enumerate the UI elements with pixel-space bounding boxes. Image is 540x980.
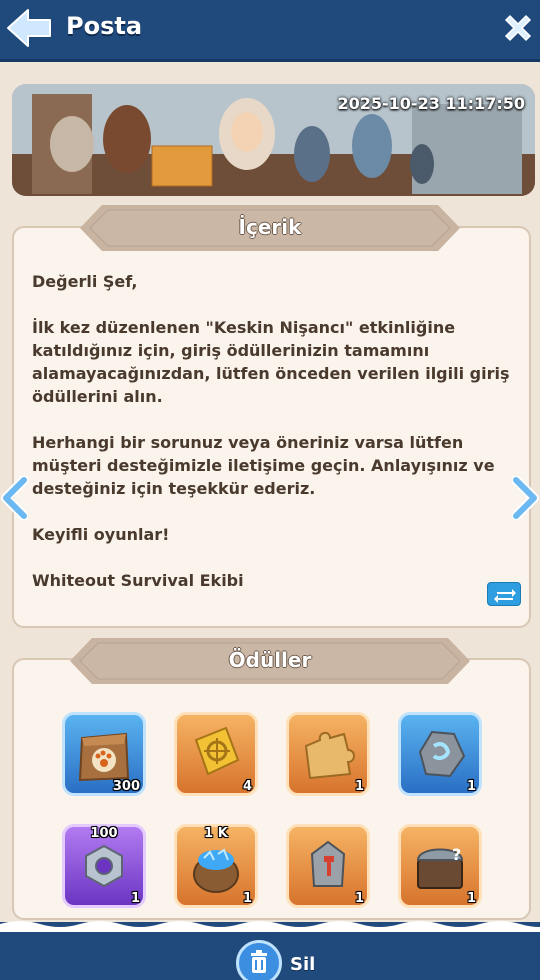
content-section-header: İçerik xyxy=(80,205,460,251)
reward-count: 4 xyxy=(242,779,252,794)
swap-arrows-icon xyxy=(494,589,516,603)
reward-item[interactable]: 1 xyxy=(286,712,370,796)
delete-button[interactable] xyxy=(236,940,282,980)
reward-item[interactable]: ? 1 xyxy=(398,824,482,908)
close-button[interactable] xyxy=(500,10,536,46)
mail-greeting: Değerli Şef, xyxy=(32,272,138,291)
mail-banner-image: 2025-10-23 11:17:50 xyxy=(12,84,535,196)
reward-count: 1 xyxy=(466,891,476,906)
next-mail-button[interactable] xyxy=(511,475,540,521)
reward-item[interactable]: 300 xyxy=(62,712,146,796)
chevron-right-icon xyxy=(511,475,539,521)
rewards-section-header: Ödüller xyxy=(70,638,470,684)
reward-amount-label: 100 xyxy=(90,826,118,841)
reward-item[interactable]: 1 xyxy=(398,712,482,796)
header-bar: Posta xyxy=(0,0,540,62)
trash-icon xyxy=(251,950,267,973)
mystery-chest-icon: ? xyxy=(416,845,464,889)
golden-ticket-icon xyxy=(194,726,240,776)
reward-item[interactable]: 100 1 xyxy=(62,824,146,908)
chevron-left-icon xyxy=(1,475,29,521)
previous-mail-button[interactable] xyxy=(0,475,29,521)
rewards-section-label: Ödüller xyxy=(228,648,312,672)
delete-label: Sil xyxy=(290,954,316,975)
mail-body: Değerli Şef, İlk kez düzenlenen "Keskin … xyxy=(32,270,522,592)
blue-gem-stone-icon xyxy=(418,730,466,778)
page-title: Posta xyxy=(66,12,143,40)
reward-count: 1 xyxy=(354,891,364,906)
close-icon xyxy=(504,14,532,42)
back-button[interactable] xyxy=(4,6,54,50)
reward-amount-label: 1 K xyxy=(204,826,228,841)
reward-item[interactable]: 4 xyxy=(174,712,258,796)
reward-count: 1 xyxy=(242,891,252,906)
back-arrow-icon xyxy=(7,9,51,47)
mail-timestamp: 2025-10-23 11:17:50 xyxy=(337,94,525,113)
reward-count: 1 xyxy=(466,779,476,794)
reward-count: 300 xyxy=(112,779,140,794)
pet-food-bag-icon xyxy=(78,732,130,782)
mail-paragraph: İlk kez düzenlenen "Keskin Nişancı" etki… xyxy=(32,318,510,406)
hammer-stone-icon xyxy=(310,840,346,887)
translate-button[interactable] xyxy=(487,582,521,606)
svg-text:?: ? xyxy=(452,845,461,864)
crystal-sack-icon xyxy=(193,848,239,893)
mail-paragraph: Herhangi bir sorunuz veya öneriniz varsa… xyxy=(32,433,495,498)
puzzle-piece-icon xyxy=(304,732,355,780)
reward-count: 1 xyxy=(130,891,140,906)
mail-signature: Whiteout Survival Ekibi xyxy=(32,571,244,590)
reward-item[interactable]: 1 xyxy=(286,824,370,908)
content-section-label: İçerik xyxy=(238,215,302,239)
mail-closing: Keyifli oyunlar! xyxy=(32,525,170,544)
snow-edge-decoration xyxy=(0,921,540,932)
hex-nut-icon xyxy=(85,844,123,888)
reward-count: 1 xyxy=(354,779,364,794)
reward-item[interactable]: 1 K 1 xyxy=(174,824,258,908)
